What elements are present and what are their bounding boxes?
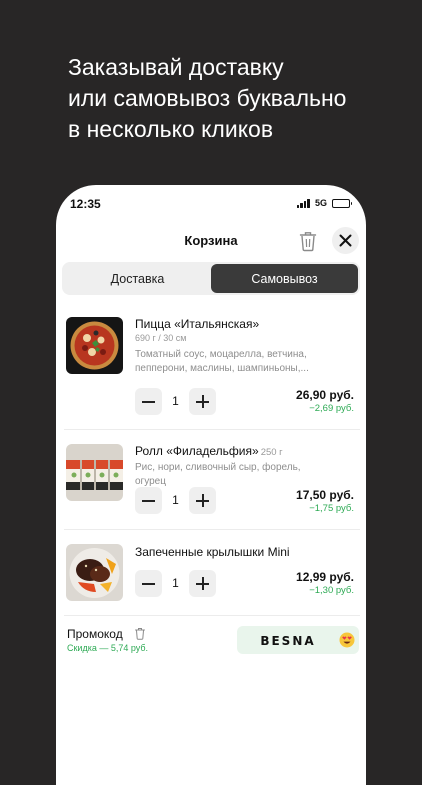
remove-promo-trash-icon[interactable] — [134, 627, 146, 640]
signal-icon — [297, 199, 310, 208]
decrease-quantity-button[interactable] — [135, 570, 162, 597]
item-description: Томатный соус, моцарелла, ветчина, пеппе… — [135, 348, 330, 376]
increase-quantity-button[interactable] — [189, 388, 216, 415]
tab-delivery[interactable]: Доставка — [64, 264, 211, 293]
page-title: Корзина — [56, 233, 366, 248]
decrease-quantity-button[interactable] — [135, 487, 162, 514]
item-title: Ролл «Филадельфия» — [135, 444, 259, 458]
decrease-quantity-button[interactable] — [135, 388, 162, 415]
status-bar: 12:35 5G — [56, 185, 366, 225]
cart-header: Корзина — [56, 225, 366, 257]
increase-quantity-button[interactable] — [189, 487, 216, 514]
headline: Заказывай доставку или самовывоз букваль… — [68, 52, 346, 145]
promo-code-value: BESNA — [237, 634, 339, 648]
item-price: 17,50 руб. — [296, 488, 354, 502]
close-icon — [332, 227, 359, 254]
promo-code-field[interactable]: BESNA — [237, 626, 359, 654]
divider — [64, 529, 360, 530]
quantity-stepper: 1 — [135, 570, 216, 597]
item-price: 12,99 руб. — [296, 570, 354, 584]
quantity-stepper: 1 — [135, 487, 216, 514]
item-price: 26,90 руб. — [296, 388, 354, 402]
network-type: 5G — [315, 198, 327, 208]
heart-eyes-emoji-icon — [339, 632, 355, 648]
quantity-value: 1 — [162, 576, 189, 590]
roll-image — [66, 444, 123, 501]
tab-pickup[interactable]: Самовывоз — [211, 264, 358, 293]
divider — [64, 429, 360, 430]
quantity-stepper: 1 — [135, 388, 216, 415]
pizza-image — [66, 317, 123, 374]
clear-cart-trash-icon[interactable] — [298, 230, 318, 252]
promo-label: Промокод — [67, 627, 123, 641]
item-weight: 250 г — [261, 447, 283, 458]
divider — [64, 615, 360, 616]
increase-quantity-button[interactable] — [189, 570, 216, 597]
item-discount: −1,75 руб. — [309, 503, 354, 514]
item-discount: −1,30 руб. — [309, 585, 354, 596]
item-name: Пицца «Итальянская» — [135, 317, 259, 331]
item-weight: 690 г / 30 см — [135, 333, 187, 343]
status-indicators: 5G — [297, 198, 350, 208]
delivery-mode-switch: Доставка Самовывоз — [62, 262, 360, 295]
close-button[interactable] — [332, 227, 359, 254]
promo-saving: Скидка — 5,74 руб. — [67, 643, 148, 653]
phone-screen: 12:35 5G Корзина Доставка Самовывоз — [56, 185, 366, 785]
status-time: 12:35 — [70, 197, 101, 211]
wings-image — [66, 544, 123, 601]
item-description: Рис, нори, сливочный сыр, форель, огурец — [135, 461, 330, 489]
item-discount: −2,69 руб. — [309, 403, 354, 414]
item-name: Ролл «Филадельфия»250 г — [135, 444, 283, 458]
battery-icon — [332, 199, 350, 208]
quantity-value: 1 — [162, 394, 189, 408]
quantity-value: 1 — [162, 493, 189, 507]
item-name: Запеченные крылышки Mini — [135, 545, 290, 559]
